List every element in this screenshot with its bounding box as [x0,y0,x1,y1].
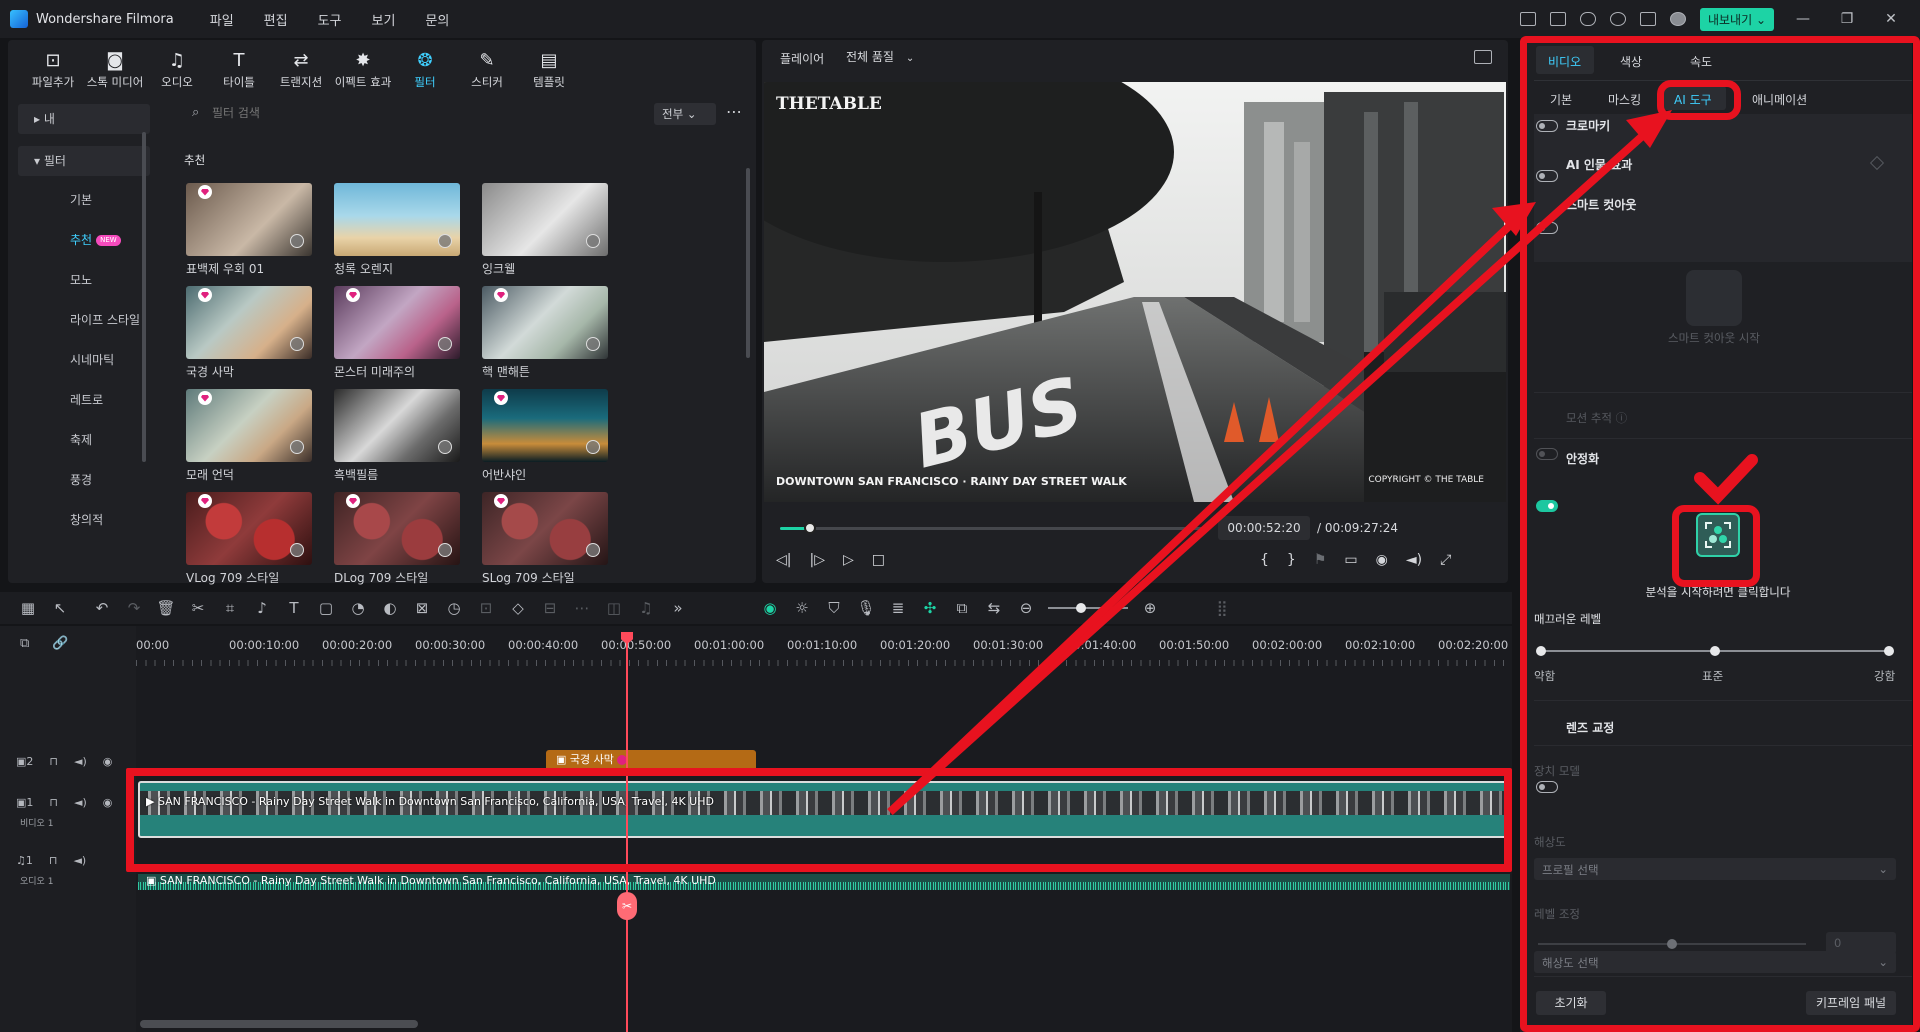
annotation-checkmark [1694,454,1758,505]
annotation-overlay [887,110,1758,815]
annotation-arrow-line-2 [887,211,1525,815]
